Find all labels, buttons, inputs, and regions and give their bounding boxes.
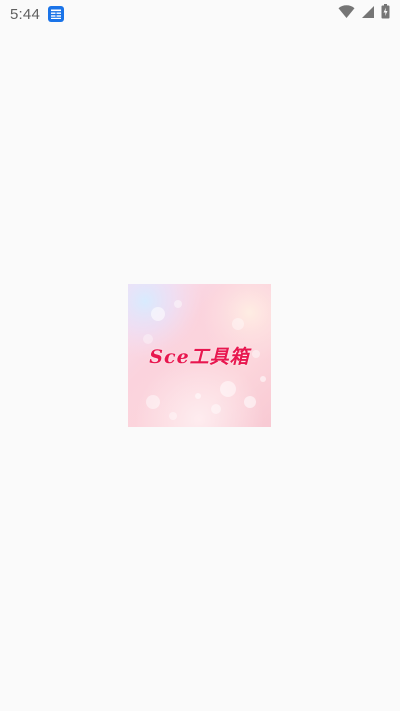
logo-text: Sce工具箱 (149, 346, 250, 368)
splash-screen: 5:44 Sce工具箱 (0, 0, 400, 711)
wifi-icon (338, 4, 355, 24)
news-app-icon (48, 6, 64, 22)
status-bar-left: 5:44 (10, 6, 64, 23)
status-time: 5:44 (10, 5, 40, 23)
battery-charging-icon (381, 4, 390, 24)
app-logo: Sce工具箱 (128, 284, 271, 427)
cell-signal-icon (361, 5, 375, 24)
status-bar: 5:44 (0, 0, 400, 28)
status-bar-right (338, 4, 390, 24)
